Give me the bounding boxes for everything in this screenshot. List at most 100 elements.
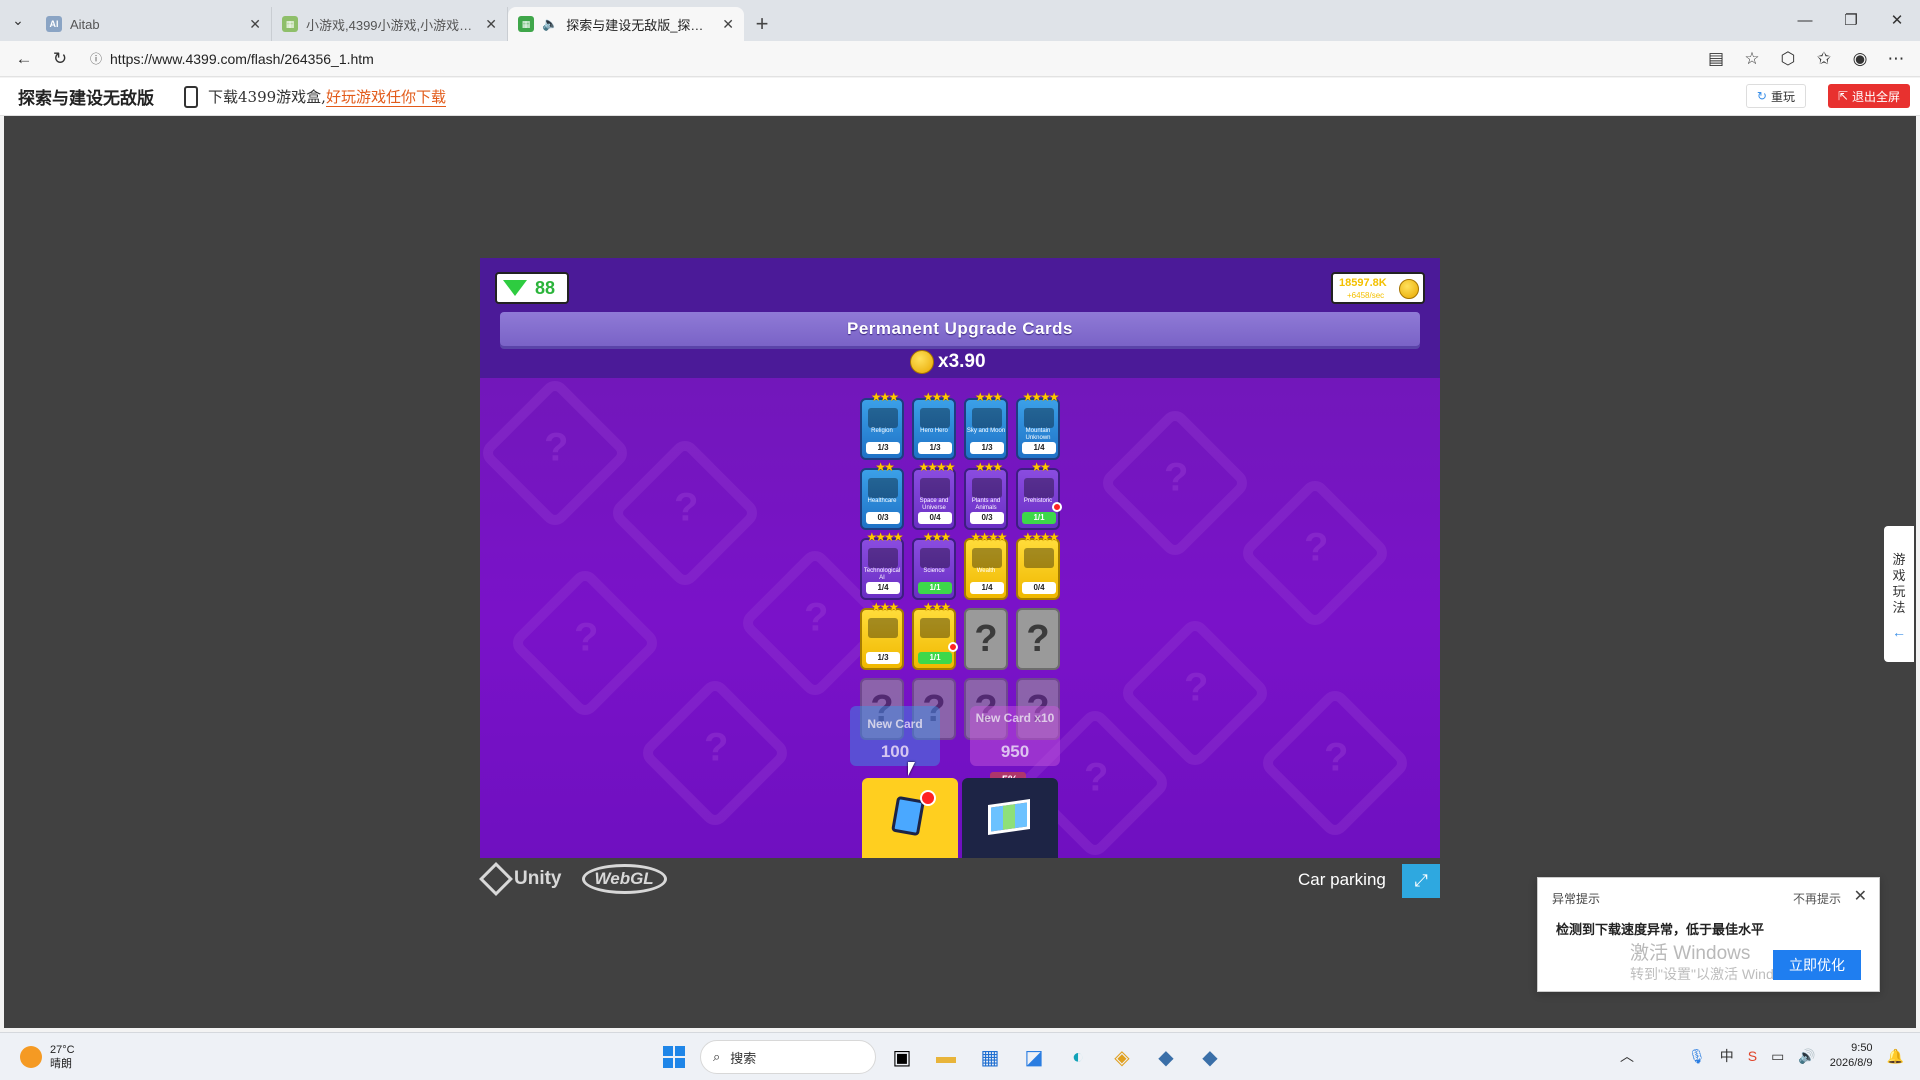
app-diamond-2-icon[interactable]: ◆ (1192, 1039, 1228, 1075)
card-level: 1/3 (970, 442, 1004, 454)
game-canvas[interactable]: 88 18597.8K +6458/sec Permanent Upgrade … (480, 258, 1440, 858)
minimize-icon[interactable]: — (1782, 0, 1828, 40)
coin-rate: +6458/sec (1347, 291, 1385, 300)
bg-card-pattern (1117, 615, 1273, 771)
car-parking-link[interactable]: Car parking (1298, 870, 1386, 890)
multiplier-value: x3.90 (938, 351, 986, 372)
download-promo-link[interactable]: 下载4399游戏盒,好玩游戏任你下载 (208, 86, 446, 107)
tab-aitab[interactable]: AI Aitab ✕ (36, 7, 272, 41)
upgrade-card[interactable]: ★★★ 1/3 (860, 600, 904, 670)
taskbar-clock[interactable]: 9:50 2026/8/9 (1830, 1041, 1873, 1071)
map-tab-button[interactable] (962, 778, 1058, 858)
tab-list-chevron-icon[interactable]: ⌄ (0, 2, 36, 38)
exit-fullscreen-button[interactable]: ⇱ 退出全屏 (1827, 84, 1910, 108)
wps-icon[interactable]: S (1748, 1048, 1757, 1064)
store-icon[interactable]: ▦ (972, 1039, 1008, 1075)
upgrade-card[interactable]: ★★★ Hero Hero 1/3 (912, 390, 956, 460)
phone-icon (184, 85, 198, 108)
card-stars: ★★★ (922, 390, 951, 404)
edge-browser-icon[interactable]: ◐ (1060, 1039, 1096, 1075)
network-icon[interactable]: ▭ (1771, 1048, 1784, 1065)
locked-card[interactable]: ? (1016, 608, 1060, 670)
card-name: Religion (871, 428, 893, 434)
game-help-label: 游戏玩法 (1892, 552, 1906, 615)
card-stars: ★★★★ (866, 530, 903, 544)
popup-close-icon[interactable]: ✕ (1854, 886, 1867, 906)
task-view-icon[interactable]: ▣ (884, 1039, 920, 1075)
tab-close-icon[interactable]: ✕ (485, 16, 497, 33)
reader-view-icon[interactable]: ▤ (1700, 44, 1732, 74)
taskbar-search[interactable]: ⌕ 搜索 (700, 1040, 876, 1074)
microphone-icon[interactable]: 🎙 (1688, 1048, 1706, 1065)
windows-taskbar: 27°C 晴朗 ⌕ 搜索 ▣ ▬ ▦ ◪ ◐ ◈ ◆ ◆ ︿ 🎙 中 S ▭ 🔊… (0, 1032, 1920, 1080)
favorites-list-icon[interactable]: ✩ (1808, 44, 1840, 74)
locked-card[interactable]: ? (964, 608, 1008, 670)
card-stars: ★★★ (974, 390, 1003, 404)
no-remind-link[interactable]: 不再提示 (1793, 890, 1841, 907)
card-stars: ★★★★ (1022, 390, 1059, 404)
card-stars: ★★★ (870, 390, 899, 404)
gem-count: 88 (535, 277, 556, 298)
fullscreen-expand-icon[interactable]: ⤢ (1402, 864, 1440, 898)
new-card-button[interactable]: New Card 100 (850, 706, 940, 766)
weather-condition: 晴朗 (50, 1058, 72, 1070)
back-arrow-icon[interactable]: ← (8, 44, 40, 74)
app-diamond-icon[interactable]: ◆ (1148, 1039, 1184, 1075)
weather-widget[interactable]: 27°C 晴朗 (20, 1043, 75, 1071)
card-level: 0/3 (970, 512, 1004, 524)
ime-indicator[interactable]: 中 (1720, 1046, 1734, 1066)
upgrade-card[interactable]: ★★★ Religion 1/3 (860, 390, 904, 460)
new-card-price: 100 (880, 742, 910, 761)
upgrade-card[interactable]: ★★★ Plants and Animals 0/3 (964, 460, 1008, 530)
upgrade-card[interactable]: ★★★ Sky and Moon 1/3 (964, 390, 1008, 460)
speed-warning-popup: 异常提示 不再提示 ✕ 检测到下载速度异常，低于最佳水平 激活 Windows … (1537, 877, 1880, 992)
tab-close-icon[interactable]: ✕ (722, 16, 734, 33)
restore-icon[interactable]: ❐ (1828, 0, 1874, 40)
volume-icon[interactable]: 🔊 (1798, 1048, 1815, 1065)
cards-tab-button[interactable] (862, 778, 958, 858)
bg-card-pattern (480, 375, 633, 531)
close-window-icon[interactable]: ✕ (1874, 0, 1920, 40)
card-name: Mountain Unknown (1025, 428, 1051, 441)
upgrade-card[interactable]: ★★★★ Technological AI 1/4 (860, 530, 904, 600)
start-windows-icon[interactable] (656, 1039, 692, 1075)
map-icon (988, 799, 1030, 835)
new-tab-button[interactable]: + (744, 7, 780, 41)
profile-avatar-icon[interactable]: ◉ (1844, 44, 1876, 74)
more-menu-icon[interactable]: ⋯ (1880, 44, 1912, 74)
speaker-icon[interactable]: 🔈 (542, 16, 558, 32)
card-picture (972, 408, 1002, 428)
upgrade-card[interactable]: ★★ Prehistoric 1/1 (1016, 460, 1060, 530)
replay-button[interactable]: ↻ 重玩 (1745, 84, 1806, 108)
game-page-title: 探索与建设无敌版 (18, 89, 154, 109)
extensions-icon[interactable]: ⬡ (1772, 44, 1804, 74)
tab-close-icon[interactable]: ✕ (249, 16, 261, 33)
card-name: Science (923, 568, 945, 574)
refresh-icon[interactable]: ↻ (44, 44, 76, 74)
optimize-now-button[interactable]: 立即优化 (1773, 950, 1861, 980)
upgrade-card[interactable]: ★★★★ 0/4 (1016, 530, 1060, 600)
new-card-x10-button[interactable]: New Card x10 950 (970, 706, 1060, 766)
favorite-star-icon[interactable]: ☆ (1736, 44, 1768, 74)
card-name: Healthcare (867, 498, 897, 504)
coin-multiplier: x3.90 (910, 350, 986, 374)
download-prefix: 下载4399游戏盒, (208, 88, 326, 106)
show-hidden-icons-chevron-icon[interactable]: ︿ (1620, 1046, 1634, 1066)
upgrade-card[interactable]: ★★★ Science 1/1 (912, 530, 956, 600)
upgrade-card[interactable]: ★★★ 1/1 (912, 600, 956, 670)
game-box-icon[interactable]: ◈ (1104, 1039, 1140, 1075)
notification-bell-icon[interactable]: 🔔 (1887, 1048, 1904, 1065)
file-explorer-icon[interactable]: ▬ (928, 1039, 964, 1075)
card-level: 1/1 (1022, 512, 1056, 524)
tab-game-active[interactable]: ▦ 🔈 探索与建设无敌版_探索与建设 ✕ (508, 7, 744, 41)
upgrade-card[interactable]: ★★★★ Mountain Unknown 1/4 (1016, 390, 1060, 460)
tab-4399-home[interactable]: ▦ 小游戏,4399小游戏,小游戏大全,双 ✕ (272, 7, 508, 41)
info-icon[interactable]: ⓘ (90, 50, 102, 67)
exit-fullscreen-icon: ⇱ (1837, 89, 1848, 103)
upgrade-card[interactable]: ★★★★ Space and Universe 0/4 (912, 460, 956, 530)
upgrade-card[interactable]: ★★★★ Wealth 1/4 (964, 530, 1008, 600)
whiteboard-icon[interactable]: ◪ (1016, 1039, 1052, 1075)
address-bar[interactable]: ⓘ https://www.4399.com/flash/264356_1.ht… (80, 45, 1696, 73)
upgrade-card[interactable]: ★★ Healthcare 0/3 (860, 460, 904, 530)
game-help-sidebar[interactable]: 游戏玩法 ← (1884, 526, 1914, 662)
